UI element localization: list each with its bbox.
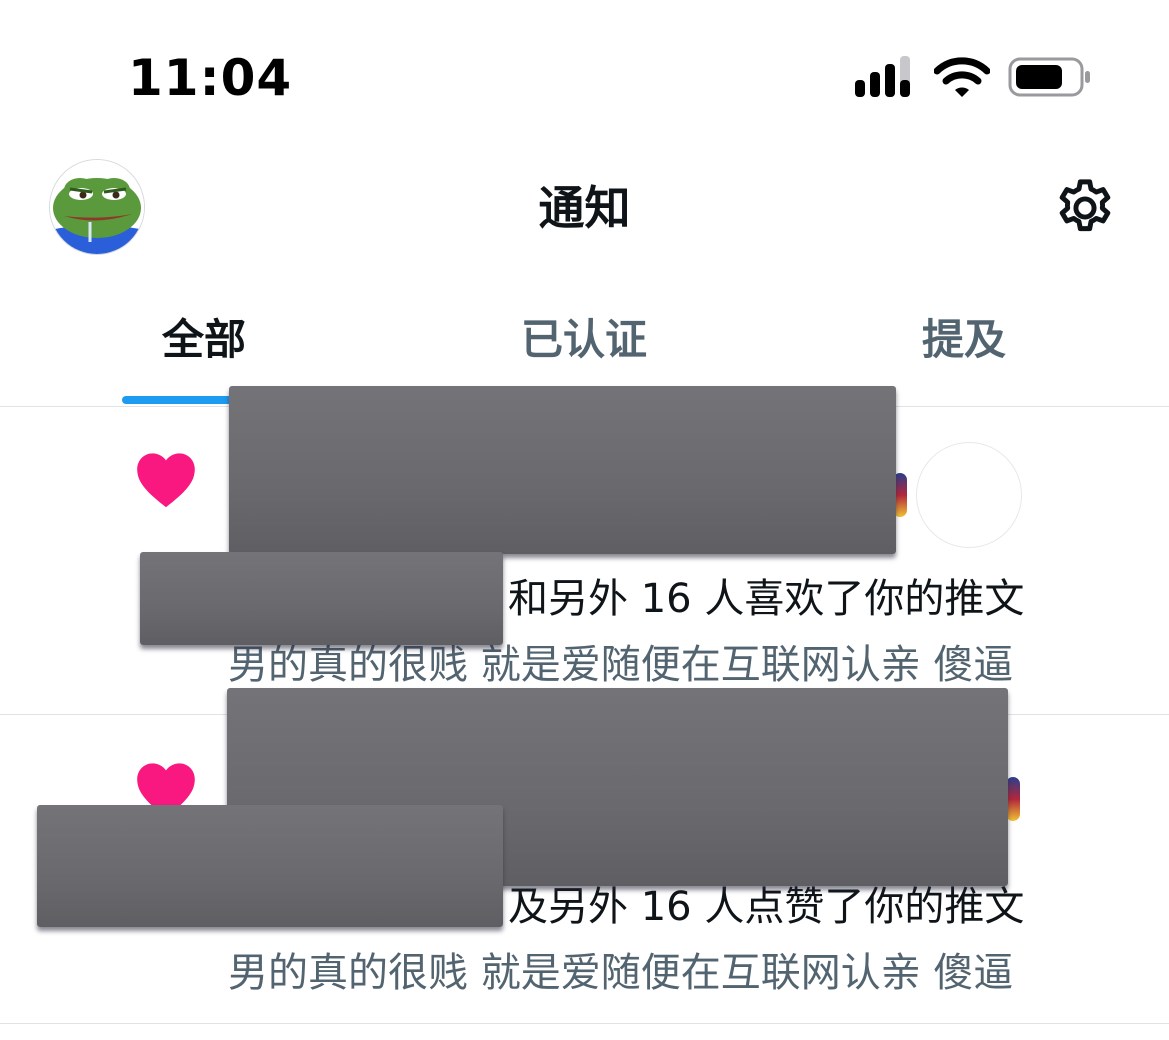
page-title: 通知 [538, 181, 631, 235]
heart-icon [137, 453, 195, 508]
tab-mentions[interactable]: 提及 [922, 310, 1006, 370]
settings-gear-icon[interactable] [1052, 175, 1118, 241]
tab-verified[interactable]: 已认证 [521, 310, 647, 370]
tab-all[interactable]: 全部 [162, 310, 246, 370]
status-time: 11:04 [128, 49, 293, 107]
battery-icon [1008, 57, 1090, 97]
notification-text: 和另外 16 人喜欢了你的推文 [508, 576, 1025, 622]
cellular-signal-icon [855, 56, 910, 97]
wifi-icon [934, 57, 990, 97]
redaction-block [140, 552, 503, 645]
user-avatar-edge [1006, 777, 1020, 821]
notification-text: 及另外 16 人点赞了你的推文 [508, 884, 1025, 930]
tweet-preview: 男的真的很贱 就是爱随便在互联网认亲 傻逼 [228, 642, 1014, 688]
tweet-preview: 男的真的很贱 就是爱随便在互联网认亲 傻逼 [228, 950, 1014, 996]
user-avatar[interactable] [916, 442, 1022, 548]
redaction-block [229, 386, 896, 554]
status-bar: 11:04 [0, 0, 1169, 150]
redaction-block [37, 805, 503, 927]
